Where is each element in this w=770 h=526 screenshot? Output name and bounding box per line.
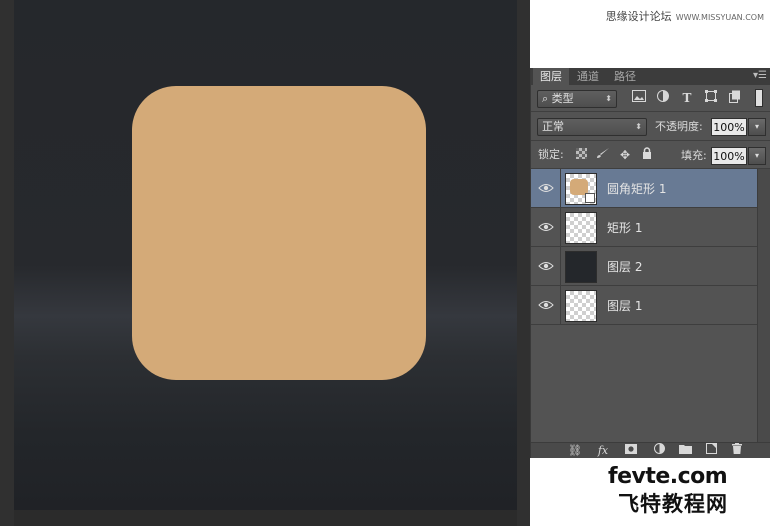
- panel-menu-icon[interactable]: ▾☰: [753, 70, 767, 81]
- type-filter-icon[interactable]: T: [679, 90, 695, 106]
- divider: [560, 169, 561, 208]
- blend-mode-select[interactable]: 正常 ⬍: [537, 118, 647, 136]
- divider: [560, 286, 561, 325]
- eye-icon[interactable]: [538, 298, 554, 312]
- filter-kind-label: 类型: [551, 92, 574, 105]
- vector-mask-icon: [585, 193, 595, 203]
- divider: [560, 247, 561, 286]
- layer-thumbnail[interactable]: [565, 173, 597, 205]
- layers-panel: 图层 通道 路径 ▾☰ ⌕ 类型 ⬍ T 正常 ⬍ 不透明度: 100% ▾ 锁…: [530, 68, 770, 458]
- watermark-logo-chinese: 飞特教程网: [618, 492, 728, 516]
- document-window: [0, 0, 530, 526]
- panel-footer: ⛓ fx: [531, 442, 770, 458]
- eye-icon[interactable]: [538, 259, 554, 273]
- chevron-updown-icon: ⬍: [605, 94, 612, 103]
- opacity-dropdown-button[interactable]: ▾: [748, 118, 766, 136]
- new-adjustment-icon[interactable]: [651, 443, 667, 459]
- eye-icon[interactable]: [538, 181, 554, 195]
- layer-thumbnail[interactable]: [565, 251, 597, 283]
- layer-name[interactable]: 图层 1: [607, 297, 642, 314]
- lock-row: 锁定: ✥ 填充: 100% ▾: [531, 141, 770, 169]
- delete-icon[interactable]: [729, 443, 745, 459]
- lock-label: 锁定:: [538, 148, 564, 161]
- lock-all-icon[interactable]: [639, 147, 655, 163]
- panel-tabbar: 图层 通道 路径 ▾☰: [531, 68, 770, 85]
- filter-kind-select[interactable]: ⌕ 类型 ⬍: [537, 90, 617, 108]
- link-layers-icon[interactable]: ⛓: [567, 443, 583, 459]
- watermark-bottom: fevte.com 飞特教程网: [530, 458, 770, 526]
- shape-filter-icon[interactable]: [703, 90, 719, 106]
- layer-name[interactable]: 矩形 1: [607, 219, 642, 236]
- opacity-input[interactable]: 100%: [711, 118, 747, 136]
- adjustment-filter-icon[interactable]: [655, 90, 671, 106]
- new-group-icon[interactable]: [677, 443, 693, 459]
- tab-channels[interactable]: 通道: [570, 68, 606, 85]
- filter-row: ⌕ 类型 ⬍ T: [531, 85, 770, 111]
- search-icon: ⌕: [542, 92, 549, 105]
- watermark-site-name: 思缘设计论坛 WWW.MISSYUAN.COM: [606, 8, 764, 24]
- divider: [560, 208, 561, 247]
- eye-icon[interactable]: [538, 220, 554, 234]
- smart-object-filter-icon[interactable]: [727, 90, 743, 106]
- add-mask-icon[interactable]: [623, 443, 639, 459]
- layer-name[interactable]: 图层 2: [607, 258, 642, 275]
- layer-thumbnail[interactable]: [565, 290, 597, 322]
- opacity-label: 不透明度:: [655, 120, 703, 133]
- layer-name[interactable]: 圆角矩形 1: [607, 180, 666, 197]
- blend-mode-value: 正常: [542, 120, 564, 133]
- chevron-updown-icon: ⬍: [635, 122, 642, 131]
- tab-paths[interactable]: 路径: [607, 68, 643, 85]
- layer-row[interactable]: 圆角矩形 1: [531, 169, 757, 208]
- lock-transparent-icon[interactable]: [573, 147, 589, 163]
- fill-input[interactable]: 100%: [711, 147, 747, 165]
- layer-row[interactable]: 图层 2: [531, 247, 757, 286]
- layer-thumbnail[interactable]: [565, 212, 597, 244]
- watermark-logo: fevte.com: [608, 464, 728, 489]
- tab-layers[interactable]: 图层: [533, 68, 569, 85]
- filter-toggle-switch[interactable]: [755, 89, 763, 107]
- lock-position-icon[interactable]: ✥: [617, 147, 633, 163]
- rounded-rectangle-shape[interactable]: [132, 86, 426, 380]
- canvas[interactable]: [14, 0, 517, 510]
- layers-scrollbar[interactable]: [757, 169, 770, 442]
- watermark-top: 思缘设计论坛 WWW.MISSYUAN.COM: [530, 0, 770, 68]
- new-layer-icon[interactable]: [703, 443, 719, 459]
- watermark-site-text: 思缘设计论坛: [605, 10, 672, 23]
- canvas-scrollbar[interactable]: [14, 510, 517, 526]
- fx-icon[interactable]: fx: [595, 443, 611, 459]
- blend-row: 正常 ⬍ 不透明度: 100% ▾: [531, 112, 770, 140]
- lock-paint-icon[interactable]: [595, 147, 611, 163]
- watermark-site-url: WWW.MISSYUAN.COM: [675, 13, 764, 22]
- layers-list: 圆角矩形 1 矩形 1 图层 2 图层 1: [531, 169, 770, 442]
- layer-row[interactable]: 图层 1: [531, 286, 757, 325]
- fill-dropdown-button[interactable]: ▾: [748, 147, 766, 165]
- image-filter-icon[interactable]: [631, 90, 647, 106]
- layer-row[interactable]: 矩形 1: [531, 208, 757, 247]
- fill-label: 填充:: [681, 149, 707, 162]
